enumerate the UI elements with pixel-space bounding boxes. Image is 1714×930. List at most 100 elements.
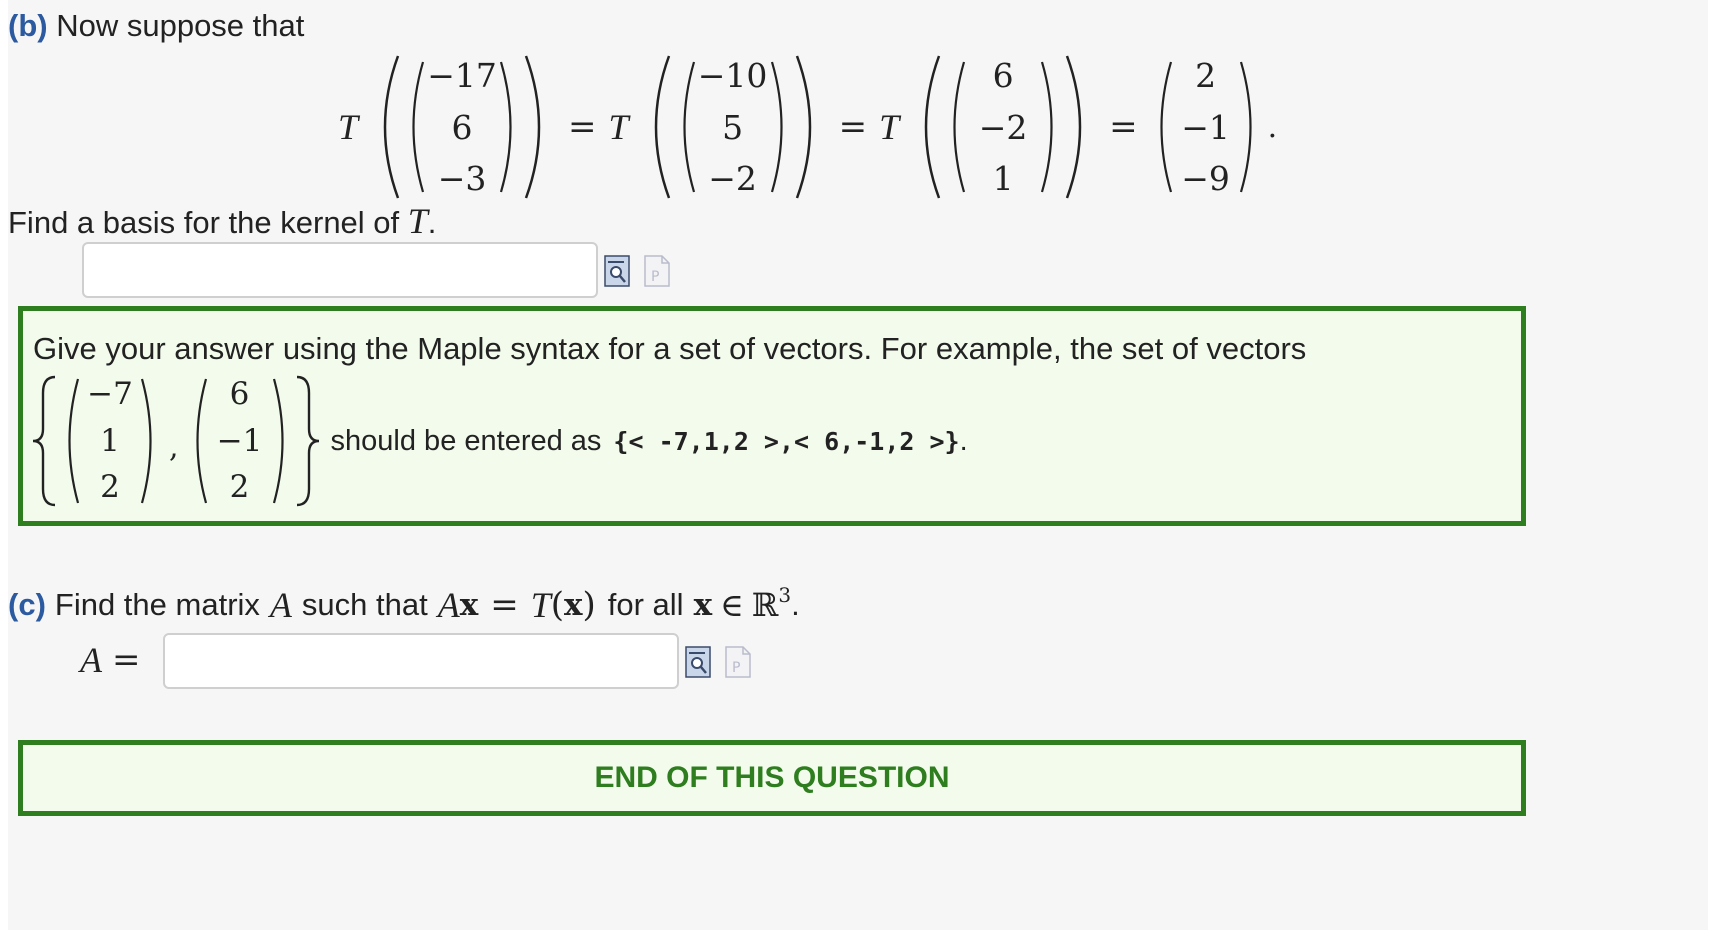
paren-left-icon <box>1159 61 1172 193</box>
v2-entry-2: 5 <box>722 107 744 147</box>
v3-entry-1: 6 <box>992 56 1014 95</box>
paren-close: ) <box>582 585 596 625</box>
part-c-label: (c) <box>8 587 46 622</box>
ev2-entry-3: 2 <box>229 469 250 505</box>
result-entry-1: 2 <box>1195 56 1217 95</box>
part-b-heading: (b) Now suppose that <box>8 8 304 44</box>
question-page: (b) Now suppose that T −17 6 −3 = T −10 … <box>8 0 1708 930</box>
example-code: {< -7,1,2 >,< 6,-1,2 >} <box>613 426 960 456</box>
T-arg-1: −17 6 −3 <box>368 52 556 202</box>
reals-symbol: ℝ <box>751 586 779 624</box>
hint-text: Give your answer using the Maple syntax … <box>33 331 1307 366</box>
equals-3: = <box>1109 107 1138 147</box>
T-symbol-1: T <box>338 107 359 147</box>
kernel-T: T <box>407 201 428 241</box>
part-c-text-2: such that <box>301 587 428 622</box>
kernel-period: . <box>427 205 437 240</box>
end-of-question-box: END OF THIS QUESTION <box>18 740 1526 816</box>
brace-left-icon <box>32 375 56 507</box>
kernel-prompt-text: Find a basis for the kernel of <box>8 205 408 240</box>
v1-entry-2: 6 <box>451 107 473 147</box>
part-c-text-3: for all <box>607 587 684 622</box>
outer-paren-left-icon <box>654 55 670 199</box>
part-c-period: . <box>791 587 800 622</box>
brace-right-icon <box>296 375 319 507</box>
ev2-entry-2: −1 <box>216 422 263 459</box>
transformation-equation: T −17 6 −3 = T −10 5 −2 = T 6 −2 1 = 2 −… <box>338 52 1277 202</box>
inner-paren-right-icon <box>499 61 512 193</box>
preview-magnifier-icon[interactable] <box>685 646 711 678</box>
A-label: A <box>80 640 102 680</box>
part-c-text-1: Find the matrix <box>54 587 260 622</box>
part-b-intro: Now suppose that <box>56 8 305 43</box>
preview-magnifier-icon[interactable] <box>604 255 630 287</box>
paren-open: ( <box>550 585 564 625</box>
v3-entry-3: 1 <box>992 159 1014 198</box>
inner-paren-right-icon <box>1041 61 1053 193</box>
svg-text:P: P <box>732 660 740 676</box>
part-c-x2: x <box>693 587 713 623</box>
maple-paste-icon[interactable]: P <box>725 646 751 678</box>
entered-as-text: should be entered as <box>330 424 602 457</box>
example-vector-2: 6 −1 2 <box>209 379 271 503</box>
ev1-entry-1: −7 <box>87 376 133 412</box>
outer-paren-right-icon <box>524 55 541 199</box>
result-entry-3: −9 <box>1181 159 1230 198</box>
example-comma: , <box>169 429 179 465</box>
matrix-A-row: A = <box>80 632 141 688</box>
v1-entry-3: −3 <box>437 159 487 198</box>
part-c-equals: = <box>490 585 519 625</box>
T-arg-3: 6 −2 1 <box>909 52 1097 202</box>
v2-entry-1: −10 <box>697 56 768 95</box>
part-c-x: x <box>564 587 583 623</box>
inner-paren-left-icon <box>412 61 425 193</box>
inner-paren-left-icon <box>682 61 695 193</box>
paren-right-icon <box>140 378 152 504</box>
T-arg-2: −10 5 −2 <box>639 52 827 202</box>
svg-text:P: P <box>651 269 659 285</box>
kernel-basis-input[interactable] <box>82 242 598 298</box>
vector-3: 6 −2 1 <box>967 59 1039 195</box>
part-c-T: T <box>530 585 551 625</box>
result-vector: 2 −1 −9 <box>1174 59 1238 195</box>
outer-paren-left-icon <box>383 55 400 199</box>
v2-entry-3: −2 <box>708 159 757 198</box>
example-set: −7 1 2 , 6 −1 2 should be entered as {< … <box>29 373 968 509</box>
inner-paren-left-icon <box>953 61 966 193</box>
element-of-symbol: ∈ <box>720 586 744 624</box>
vector-2: −10 5 −2 <box>697 59 769 195</box>
ev2-entry-1: 6 <box>229 376 250 412</box>
Ax-A: A <box>437 585 460 625</box>
maple-paste-icon[interactable]: P <box>644 255 670 287</box>
paren-right-icon <box>1239 61 1252 193</box>
equation-period: . <box>1267 109 1278 145</box>
A-equals: = <box>112 640 141 680</box>
Ax-x: x <box>459 587 479 623</box>
result-vector-wrap: 2 −1 −9 <box>1150 52 1262 202</box>
example-vector-1: −7 1 2 <box>81 379 139 503</box>
ev1-entry-3: 2 <box>100 469 120 505</box>
ev1-entry-2: 1 <box>100 422 120 459</box>
matrix-A-input[interactable] <box>163 633 679 689</box>
paren-left-icon <box>195 378 207 504</box>
T-symbol-2: T <box>608 107 629 147</box>
reals-exponent: 3 <box>778 583 792 607</box>
result-entry-2: −1 <box>1181 107 1230 147</box>
hint-period: . <box>959 424 968 457</box>
paren-right-icon <box>272 378 284 504</box>
v1-entry-1: −17 <box>427 56 497 95</box>
matrix-A-symbol: A <box>269 585 292 625</box>
outer-paren-left-icon <box>924 55 941 199</box>
equals-2: = <box>838 107 868 147</box>
inner-paren-right-icon <box>770 61 783 193</box>
outer-paren-right-icon <box>1065 55 1082 199</box>
kernel-prompt: Find a basis for the kernel of T. <box>8 200 436 242</box>
v3-entry-2: −2 <box>978 107 1028 147</box>
part-b-label: (b) <box>8 8 48 43</box>
equals-1: = <box>568 107 597 147</box>
vector-1: −17 6 −3 <box>426 59 498 195</box>
maple-syntax-hint: Give your answer using the Maple syntax … <box>18 306 1526 526</box>
outer-paren-right-icon <box>795 55 811 199</box>
part-c-heading: (c) Find the matrix A such that Ax = T(x… <box>8 580 800 630</box>
end-of-question-text: END OF THIS QUESTION <box>594 761 950 794</box>
